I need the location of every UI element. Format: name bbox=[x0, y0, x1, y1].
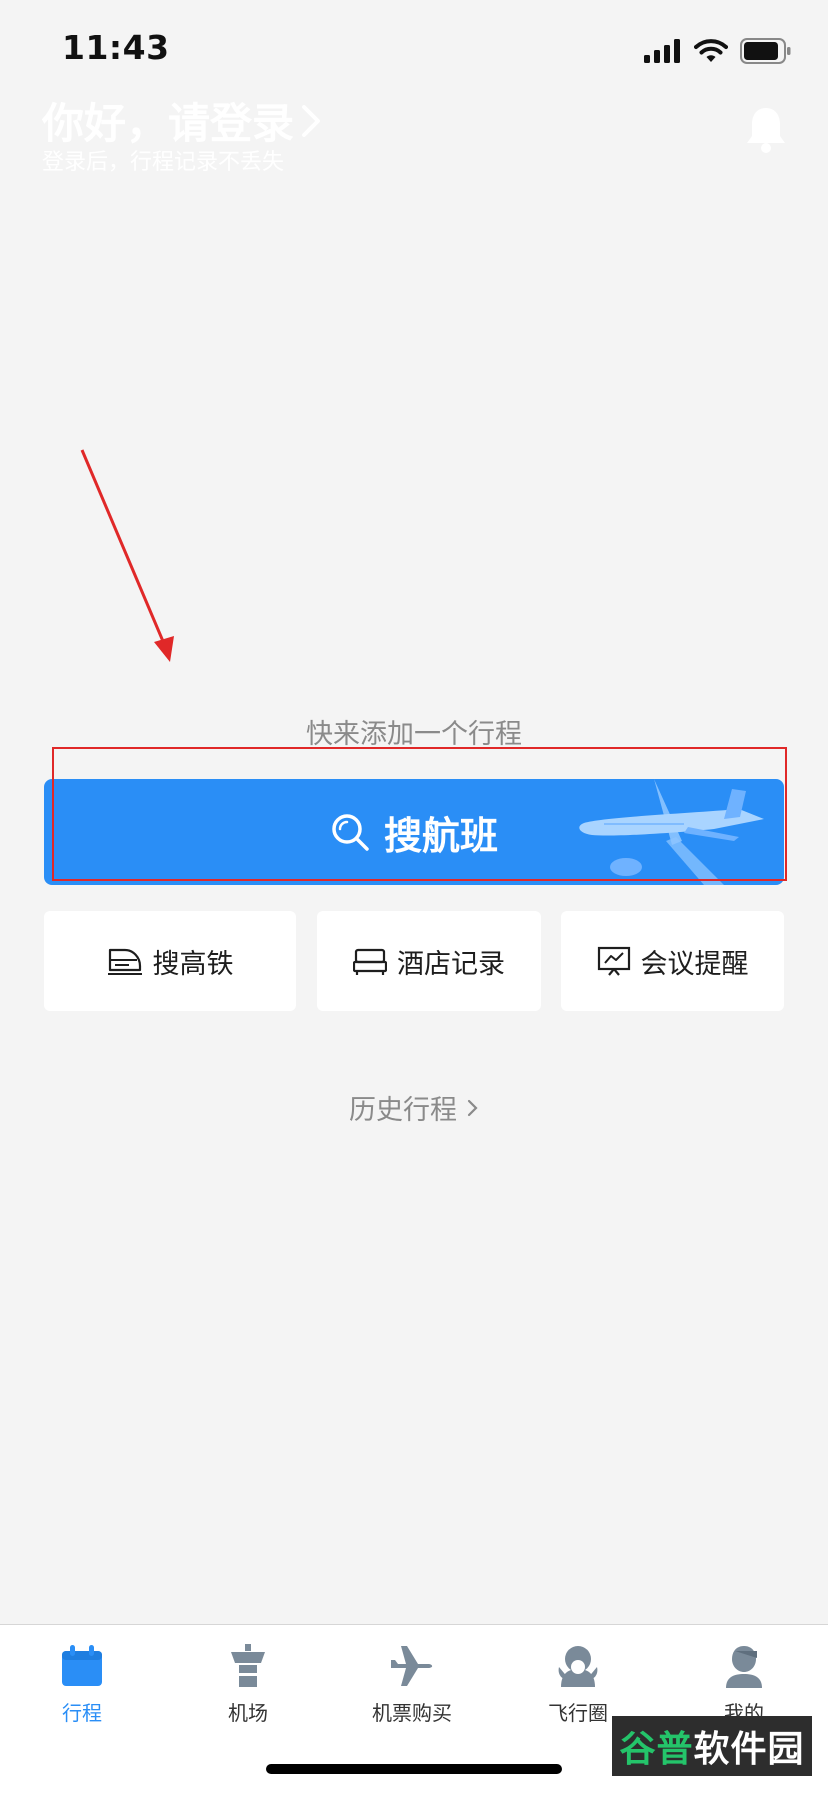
status-time: 11:43 bbox=[62, 28, 170, 67]
tab-trips[interactable]: 行程 bbox=[22, 1643, 142, 1726]
watermark-part2: 软件园 bbox=[693, 1729, 805, 1770]
login-subtitle: 登录后，行程记录不丢失 bbox=[42, 150, 285, 175]
status-icons bbox=[644, 36, 792, 66]
tab-buy-tickets-label: 机票购买 bbox=[372, 1701, 452, 1725]
search-train-button[interactable]: 搜高铁 bbox=[44, 911, 296, 1011]
train-icon bbox=[107, 948, 142, 975]
history-trips-label: 历史行程 bbox=[349, 1095, 457, 1126]
chevron-right-icon bbox=[302, 104, 321, 137]
search-flight-button[interactable]: 搜航班 bbox=[44, 779, 784, 885]
search-flight-label: 搜航班 bbox=[383, 813, 498, 858]
header: 你好，请登录 登录后，行程记录不丢失 bbox=[0, 90, 828, 180]
bell-icon[interactable] bbox=[744, 104, 788, 154]
tab-trips-label: 行程 bbox=[62, 1701, 102, 1725]
tab-buy-tickets[interactable]: 机票购买 bbox=[352, 1643, 472, 1726]
wifi-icon bbox=[694, 39, 728, 62]
home-indicator[interactable] bbox=[266, 1764, 562, 1774]
tab-airport[interactable]: 机场 bbox=[188, 1643, 308, 1726]
search-train-label: 搜高铁 bbox=[152, 948, 234, 980]
hotel-record-button[interactable]: 酒店记录 bbox=[317, 911, 541, 1011]
search-icon bbox=[332, 814, 369, 851]
bed-icon bbox=[353, 948, 387, 975]
airplane-icon bbox=[391, 1646, 433, 1686]
community-icon bbox=[558, 1646, 598, 1687]
tab-flight-circle[interactable]: 飞行圈 bbox=[518, 1643, 638, 1726]
status-bar: 11:43 bbox=[0, 0, 828, 96]
tab-flight-circle-label: 飞行圈 bbox=[548, 1701, 608, 1725]
watermark-part1: 谷普 bbox=[619, 1729, 694, 1770]
hotel-record-label: 酒店记录 bbox=[397, 948, 505, 980]
tab-airport-label: 机场 bbox=[228, 1701, 268, 1725]
control-tower-icon bbox=[231, 1644, 265, 1687]
chevron-right-icon bbox=[467, 1099, 478, 1116]
tab-mine[interactable]: 我的 bbox=[684, 1643, 804, 1726]
empty-hint: 快来添加一个行程 bbox=[306, 719, 522, 750]
login-link[interactable]: 你好，请登录 bbox=[42, 90, 324, 151]
user-icon bbox=[726, 1646, 762, 1688]
cellular-signal-icon bbox=[644, 39, 680, 63]
presentation-icon bbox=[597, 946, 630, 976]
history-trips-link[interactable]: 历史行程 bbox=[0, 1088, 828, 1127]
battery-icon bbox=[740, 38, 791, 64]
login-title: 你好，请登录 bbox=[42, 99, 295, 148]
meeting-reminder-button[interactable]: 会议提醒 bbox=[561, 911, 784, 1011]
watermark-logo: 谷普 软件园 bbox=[612, 1716, 812, 1776]
annotation-arrow bbox=[80, 449, 174, 662]
meeting-reminder-label: 会议提醒 bbox=[640, 948, 749, 980]
calendar-icon bbox=[62, 1645, 102, 1686]
